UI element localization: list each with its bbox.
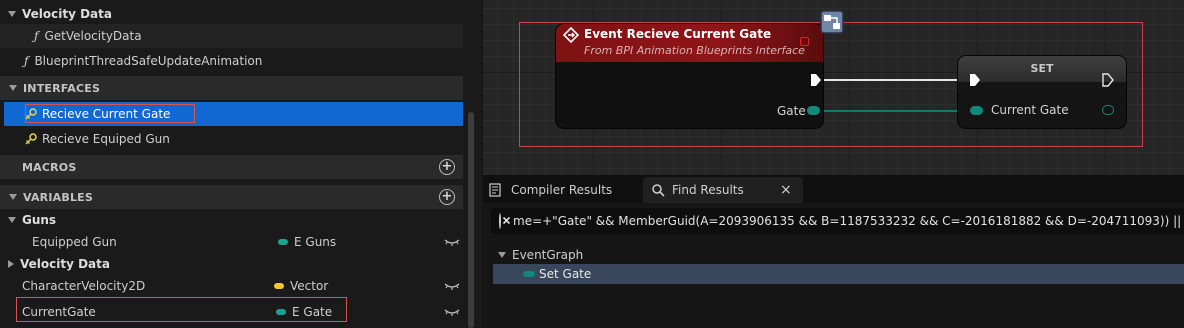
variable-type: Vector <box>290 279 329 293</box>
variable-item-character-velocity[interactable]: CharacterVelocity2D Vector <box>0 274 463 298</box>
compiler-log-icon <box>489 183 501 197</box>
delegate-output-pin[interactable] <box>800 37 809 46</box>
exec-output-pin[interactable] <box>1101 73 1115 87</box>
event-graph-canvas[interactable]: Event Recieve Current Gate From BPI Anim… <box>483 0 1184 175</box>
result-item-label: Set Gate <box>539 267 592 281</box>
search-icon <box>652 184 665 197</box>
expand-arrow-icon <box>8 11 16 17</box>
selection-outline <box>25 104 195 123</box>
add-variable-button[interactable]: + <box>439 189 455 205</box>
collapse-arrow-icon <box>8 260 14 268</box>
function-item-get-velocity-data[interactable]: ƒ GetVelocityData <box>0 24 463 48</box>
search-query-text: me=+"Gate" && MemberGuid(A=2093906135 &&… <box>513 214 1184 228</box>
exec-output-pin[interactable] <box>809 73 823 87</box>
interface-badge-icon <box>820 10 844 34</box>
close-icon <box>502 216 511 225</box>
expand-arrow-icon <box>498 251 506 258</box>
event-diamond-icon <box>563 27 579 43</box>
category-label: Guns <box>22 213 57 227</box>
find-search-box[interactable]: me=+"Gate" && MemberGuid(A=2093906135 &&… <box>491 208 1184 234</box>
variable-item-equipped-gun[interactable]: Equipped Gun E Guns <box>0 230 463 254</box>
category-velocity-data-variables[interactable]: Velocity Data <box>8 252 110 276</box>
results-tab-bar: Compiler Results Find Results × <box>483 175 1184 203</box>
tab-compiler-results[interactable]: Compiler Results <box>489 177 612 203</box>
event-node[interactable]: Event Recieve Current Gate From BPI Anim… <box>556 24 823 128</box>
current-gate-pin-label: Current Gate <box>991 103 1069 117</box>
event-node-subtitle: From BPI Animation Blueprints Interface <box>584 44 805 57</box>
section-header-interfaces[interactable]: INTERFACES <box>0 76 463 100</box>
expand-arrow-icon <box>9 194 17 200</box>
current-gate-input-pin[interactable] <box>970 106 983 115</box>
set-node-title: SET <box>1030 62 1054 75</box>
section-label: INTERFACES <box>23 81 101 95</box>
expand-arrow-icon <box>8 217 16 223</box>
vector-type-icon <box>274 283 284 289</box>
gate-pin-label: Gate <box>777 104 806 118</box>
clear-search-button[interactable] <box>499 213 511 229</box>
exec-input-pin[interactable] <box>968 73 982 87</box>
section-header-macros[interactable]: MACROS + <box>0 155 463 179</box>
section-header-variables[interactable]: VARIABLES + <box>0 185 463 209</box>
interface-label: Recieve Equiped Gun <box>42 132 170 146</box>
tab-label: Find Results <box>672 183 744 197</box>
category-velocity-data-functions[interactable]: Velocity Data <box>8 2 112 26</box>
interface-function-icon <box>25 133 37 145</box>
tab-find-results[interactable]: Find Results × <box>643 177 803 203</box>
variable-name: Equipped Gun <box>32 235 117 249</box>
result-group-label: EventGraph <box>512 247 584 262</box>
expand-arrow-icon <box>9 85 17 91</box>
function-icon: ƒ <box>24 54 29 68</box>
event-node-header: Event Recieve Current Gate From BPI Anim… <box>556 24 823 62</box>
category-label: Velocity Data <box>22 7 112 21</box>
find-results-tree: EventGraph Set Gate <box>493 245 1184 284</box>
function-item-thread-safe-update[interactable]: ƒ BlueprintThreadSafeUpdateAnimation <box>0 49 463 73</box>
function-label: GetVelocityData <box>44 29 142 43</box>
enum-type-icon <box>278 239 288 245</box>
variable-type: E Guns <box>294 235 337 249</box>
section-label: MACROS <box>22 160 77 174</box>
visibility-eye-icon[interactable] <box>444 281 460 291</box>
interface-item-recieve-equiped-gun[interactable]: Recieve Equiped Gun <box>4 127 463 151</box>
variable-item-current-gate[interactable]: CurrentGate E Gate <box>0 297 463 324</box>
add-macro-button[interactable]: + <box>439 159 455 175</box>
close-tab-button[interactable]: × <box>780 182 792 198</box>
visibility-eye-icon[interactable] <box>444 307 460 317</box>
my-blueprint-panel: Velocity Data ƒ GetVelocityData ƒ Bluepr… <box>0 0 482 328</box>
section-label: VARIABLES <box>23 190 93 204</box>
selection-outline <box>16 297 347 322</box>
function-icon: ƒ <box>34 29 39 43</box>
visibility-eye-icon[interactable] <box>444 237 460 247</box>
result-group-event-graph[interactable]: EventGraph <box>493 245 1184 264</box>
function-label: BlueprintThreadSafeUpdateAnimation <box>34 54 263 68</box>
sidebar-scrollbar[interactable] <box>468 112 474 328</box>
variable-name: CharacterVelocity2D <box>22 279 146 293</box>
gate-output-pin[interactable] <box>807 106 820 115</box>
tab-label: Compiler Results <box>511 183 613 197</box>
set-variable-node[interactable]: SET Current Gate <box>958 56 1126 128</box>
event-node-title: Event Recieve Current Gate <box>584 27 772 41</box>
interface-item-recieve-current-gate[interactable]: Recieve Current Gate <box>4 102 463 126</box>
category-guns[interactable]: Guns <box>8 208 56 232</box>
results-panel: Compiler Results Find Results × me=+"Gat… <box>483 175 1184 328</box>
result-item-set-gate[interactable]: Set Gate <box>493 264 1184 284</box>
enum-pin-icon <box>523 271 535 277</box>
current-gate-output-pin[interactable] <box>1102 105 1114 115</box>
category-label: Velocity Data <box>20 257 110 271</box>
